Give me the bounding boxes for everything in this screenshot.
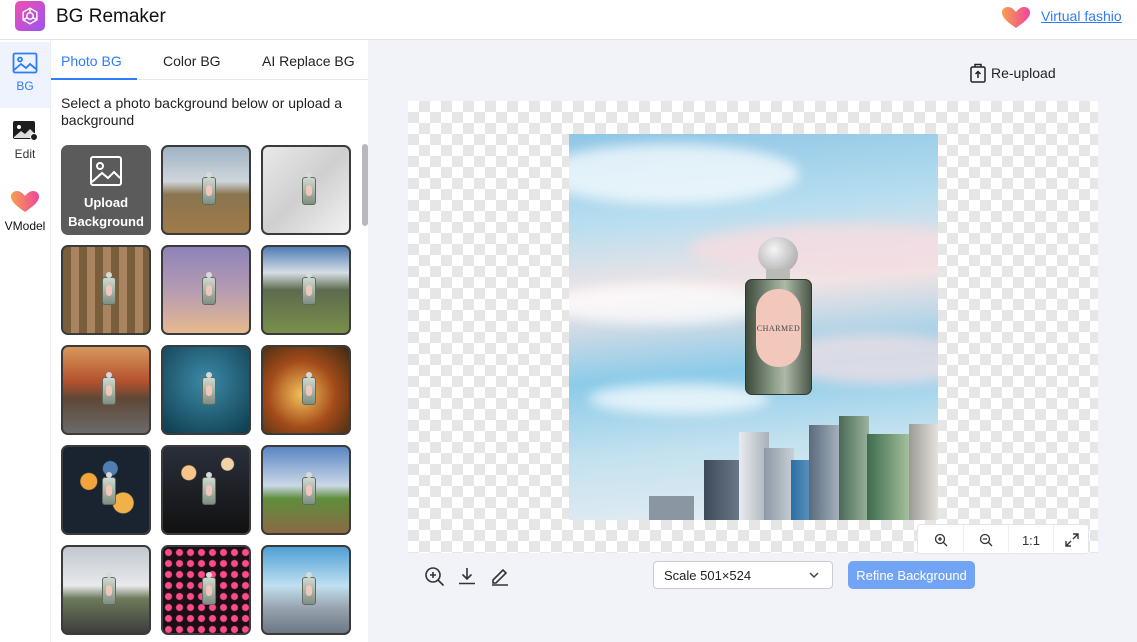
zoom-in-icon (934, 533, 947, 547)
download-icon (459, 568, 475, 585)
fullscreen-button[interactable] (1053, 525, 1089, 555)
zoom-in-icon (424, 566, 444, 586)
zoom-out-button[interactable] (963, 525, 1008, 555)
re-upload-label: Re-upload (991, 65, 1056, 81)
panel-instruction: Select a photo background below or uploa… (61, 95, 342, 128)
background-panel: Photo BG Color BG AI Replace BG Select a… (50, 40, 369, 642)
openai-knot-icon (22, 7, 38, 25)
rail-item-label: Edit (14, 147, 36, 161)
background-thumbnail-carved-door[interactable] (61, 245, 151, 335)
gradient-heart-icon (1000, 6, 1032, 35)
background-thumbnail-city-night[interactable] (161, 445, 251, 535)
active-tab-indicator (51, 78, 137, 80)
app-title: BG Remaker (56, 6, 166, 27)
rail-item-vmodel[interactable]: VModel (0, 190, 50, 240)
upload-label-line2: Background (68, 214, 144, 229)
background-thumbnail-golden-bokeh[interactable] (61, 445, 151, 535)
bg-tabs: Photo BG Color BG AI Replace BG (51, 40, 369, 80)
upload-label-line1: Upload (83, 195, 129, 210)
background-thumbnail-autumn-sunset[interactable] (261, 345, 351, 435)
tab-color-bg[interactable]: Color BG (163, 53, 221, 69)
background-thumbnail-highway[interactable] (61, 545, 151, 635)
rail-item-label: BG (16, 79, 34, 93)
image-upload-icon (90, 156, 122, 186)
zoom-out-icon (979, 533, 993, 547)
scale-select[interactable]: Scale 501×524 (653, 561, 833, 589)
app-logo (15, 1, 45, 31)
zoom-tool-button[interactable] (423, 565, 445, 587)
tab-ai-replace-bg[interactable]: AI Replace BG (262, 53, 355, 69)
upload-background-button[interactable]: Upload Background (61, 145, 151, 235)
background-thumbnail-country-road[interactable] (261, 445, 351, 535)
background-thumbnail-red-rock-road[interactable] (61, 345, 151, 435)
rail-item-edit[interactable]: Edit (0, 120, 50, 170)
expand-icon (1064, 533, 1079, 547)
gradient-heart-icon (11, 191, 39, 212)
rail-item-bg[interactable]: BG (0, 42, 50, 108)
edit-image-icon (13, 121, 38, 141)
edit-button[interactable] (489, 565, 511, 587)
rail-item-label: VModel (4, 219, 46, 233)
tab-photo-bg[interactable]: Photo BG (61, 53, 122, 69)
zoom-reset-button[interactable]: 1:1 (1008, 525, 1053, 555)
background-thumbnail-desert[interactable] (161, 145, 251, 235)
chevron-down-icon (809, 572, 819, 579)
image-icon (12, 52, 38, 74)
re-upload-icon (970, 63, 986, 83)
virtual-fashion-link[interactable]: Virtual fashio (1041, 8, 1122, 24)
product-label-text: CHARMED (756, 323, 801, 333)
background-thumbnail-purple-sunset[interactable] (161, 245, 251, 335)
background-thumbnail-teal-studio[interactable] (161, 345, 251, 435)
re-upload-button[interactable]: Re-upload (969, 63, 1056, 83)
background-thumbnail-marble[interactable] (261, 145, 351, 235)
panel-scrollbar[interactable] (362, 144, 368, 226)
background-thumbnail-mountain-cabin[interactable] (261, 245, 351, 335)
background-grid: Upload Background (61, 145, 351, 642)
top-bar: BG Remaker Virtual fashio (0, 0, 1137, 40)
product-bottle: CHARMED (745, 237, 812, 395)
background-thumbnail-city-skyline[interactable] (261, 545, 351, 635)
canvas-tools (423, 565, 511, 587)
background-thumbnail-pink-lights[interactable] (161, 545, 251, 635)
scale-value: Scale 501×524 (664, 567, 752, 583)
left-rail: BG Edit VModel (0, 40, 50, 642)
pencil-icon (492, 568, 508, 586)
download-button[interactable] (456, 565, 478, 587)
refine-background-button[interactable]: Refine Background (848, 561, 975, 589)
zoom-toolbar: 1:1 (917, 524, 1089, 555)
zoom-in-button[interactable] (918, 525, 963, 555)
